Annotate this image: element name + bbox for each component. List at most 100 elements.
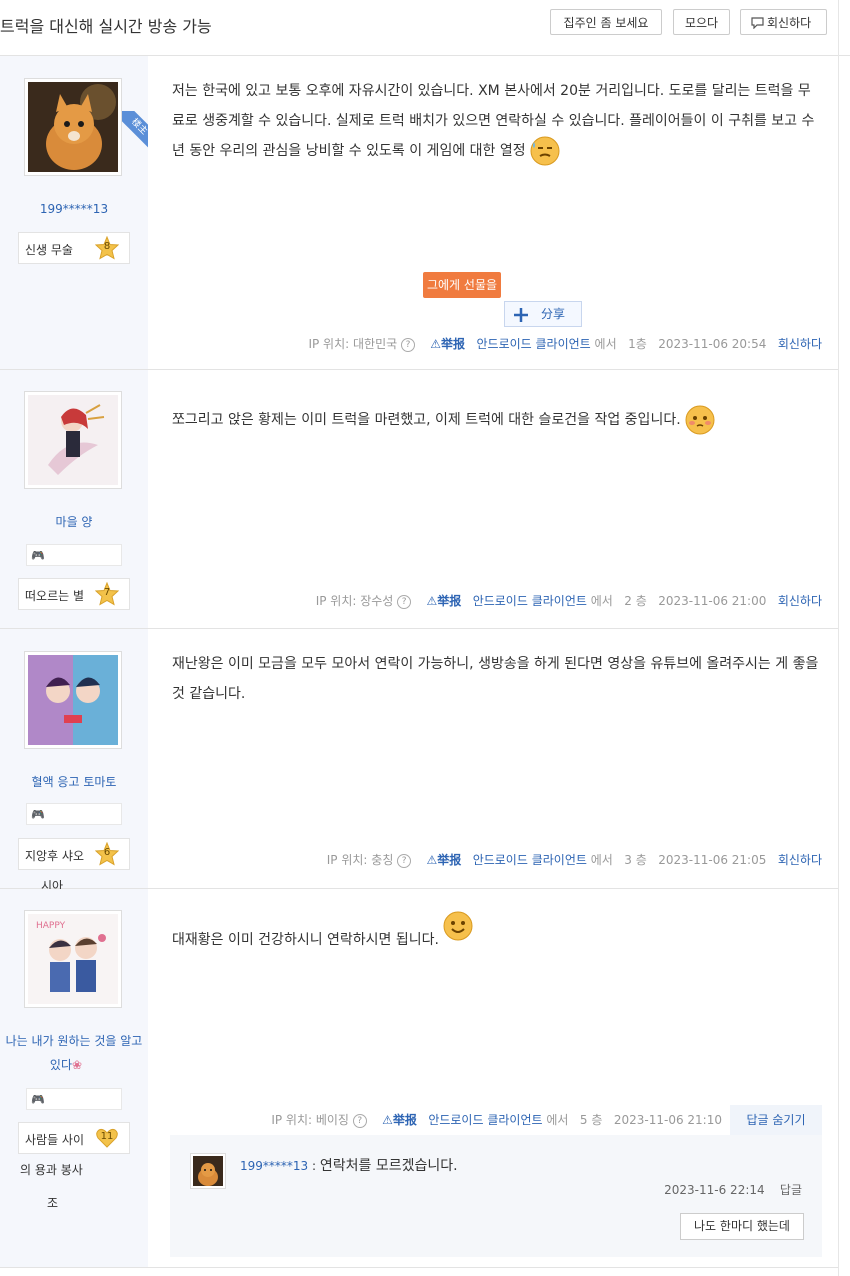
share-label: 分享 (541, 307, 566, 321)
post-text: 쪼그리고 앉은 황제는 이미 트럭을 마련했고, 이제 트럭에 대한 슬로건을 … (172, 412, 681, 428)
avatar[interactable] (24, 651, 122, 749)
avatar[interactable] (24, 78, 122, 176)
post-content: 대재황은 이미 건강하시니 연락하시면 됩니다. (172, 911, 822, 955)
client-link[interactable]: 안드로이드 클라이언트 (477, 337, 591, 351)
gamepad-badge: 🎮 (26, 1088, 122, 1110)
view-author-only-button[interactable]: 집주인 좀 보세요 (550, 9, 662, 35)
post-time: 2023-11-06 20:54 (658, 337, 767, 351)
via-label: 에서 (594, 337, 617, 351)
sub-reply-avatar[interactable] (190, 1153, 226, 1189)
collect-button[interactable]: 모으다 (673, 9, 730, 35)
right-border (838, 0, 839, 1276)
sub-reply-meta: 2023-11-6 22:14 답글 (664, 1181, 802, 1198)
client-link[interactable]: 안드로이드 클라이언트 (428, 1113, 542, 1127)
post-text: 대재황은 이미 건강하시니 연락하시면 됩니다. (172, 932, 439, 948)
report-link[interactable]: ⚠举报 (430, 337, 465, 351)
help-icon[interactable]: ? (352, 1113, 367, 1128)
send-gift-button[interactable]: 그에게 선물을 (423, 272, 501, 298)
sweat-emoji-icon (530, 136, 560, 166)
sub-reply-line: 199*****13 : 연락처를 모르겠습니다. (240, 1155, 458, 1175)
floor-number: 1층 (628, 337, 647, 351)
sub-reply-username[interactable]: 199*****13 (240, 1159, 308, 1173)
svg-text:HAPPY: HAPPY (36, 921, 66, 931)
level-number: 6 (103, 847, 111, 858)
floor-number: 2 층 (624, 594, 647, 608)
sub-reply-reply-link[interactable]: 답글 (780, 1183, 802, 1197)
anime-avatar-image (28, 395, 118, 485)
report-link[interactable]: ⚠举报 (426, 853, 461, 867)
post-meta: IP 위치: 대한민국 ? ⚠举报 안드로이드 클라이언트 에서 1층 2023… (150, 335, 822, 352)
gamepad-badge: 🎮 (26, 803, 122, 825)
ip-location: IP 위치: 충칭 (326, 853, 394, 867)
post-floor-1: 楼主 199*****13 신생 무술 8 저는 한국에 있고 보통 오후에 자… (0, 56, 838, 370)
rank-name-continued-2: 조 (47, 1196, 59, 1210)
report-link[interactable]: ⚠举报 (382, 1113, 417, 1127)
say-something-button[interactable]: 나도 한마디 했는데 (680, 1213, 804, 1240)
rank-badge: 사람들 사이 11 (18, 1122, 130, 1154)
level-number: 8 (103, 241, 111, 252)
floor-number: 3 층 (624, 853, 647, 867)
cat-avatar-image (28, 82, 118, 172)
username[interactable]: 199*****13 (0, 202, 148, 216)
post-time: 2023-11-06 21:00 (658, 594, 767, 608)
post-floor-3: 혈액 응고 토마토 🎮 지앙후 샤오 6 시아 재난왕은 이미 모금을 모두 모… (0, 629, 838, 893)
share-button[interactable]: 分享 (504, 301, 582, 327)
username[interactable]: 혈액 응고 토마토 (0, 773, 148, 790)
reply-link[interactable]: 회신하다 (778, 594, 822, 608)
help-icon[interactable]: ? (401, 337, 415, 352)
rank-badge: 떠오르는 별 7 (18, 578, 130, 610)
level-star-icon: 7 (95, 582, 119, 606)
help-icon[interactable]: ? (397, 594, 412, 609)
flower-icon: ❀ (72, 1058, 83, 1072)
reply-thread-button[interactable]: 회신하다 (740, 9, 827, 35)
post-text: 저는 한국에 있고 보통 오후에 자유시간이 있습니다. XM 본사에서 20분… (172, 83, 815, 159)
rank-name: 신생 무술 (25, 243, 73, 257)
level-star-icon: 8 (95, 236, 119, 260)
gamepad-icon: 🎮 (31, 808, 45, 821)
gamepad-badge: 🎮 (26, 544, 122, 566)
rank-name: 사람들 사이 (25, 1133, 85, 1147)
post-content: 재난왕은 이미 모금을 모두 모아서 연락이 가능하니, 생방송을 하게 된다면… (172, 649, 822, 709)
reply-link[interactable]: 회신하다 (778, 337, 822, 351)
reply-thread-label: 회신하다 (767, 16, 812, 30)
ip-location: IP 위치: 대한민국 (308, 337, 398, 351)
rank-name: 지앙후 샤오 (25, 849, 85, 863)
via-label: 에서 (546, 1113, 569, 1127)
ip-location: IP 위치: 베이징 (271, 1113, 349, 1127)
avatar[interactable]: HAPPY (24, 910, 122, 1008)
username[interactable]: 나는 내가 원하는 것을 알고 (0, 1032, 148, 1049)
thread-title: 트럭을 대신해 실시간 방송 가능 (0, 17, 212, 36)
rank-badge: 신생 무술 8 (18, 232, 130, 264)
anime-couple-avatar-image: HAPPY (28, 914, 118, 1004)
post-meta: IP 위치: 장수성 ? ⚠举报 안드로이드 클라이언트 에서 2 층 2023… (150, 592, 822, 609)
sub-reply-separator: : (312, 1159, 317, 1173)
client-link[interactable]: 안드로이드 클라이언트 (473, 853, 587, 867)
avatar[interactable] (24, 391, 122, 489)
post-floor-2: 마을 양 🎮 떠오르는 별 7 쪼그리고 앉은 황제는 이미 트럭을 마련했고,… (0, 370, 838, 629)
rank-name-continued: 의 용과 봉사 (20, 1163, 83, 1177)
share-icon (514, 308, 528, 322)
level-number: 7 (103, 587, 111, 598)
level-number: 11 (100, 1131, 114, 1142)
thread-header: 트럭을 대신해 실시간 방송 가능 집주인 좀 보세요 모으다 회신하다 (0, 0, 850, 56)
reply-link[interactable]: 회신하다 (778, 853, 822, 867)
hide-replies-button[interactable]: 답글 숨기기 (730, 1105, 822, 1135)
floor-number: 5 층 (579, 1113, 603, 1127)
report-link[interactable]: ⚠举报 (426, 594, 461, 608)
client-link[interactable]: 안드로이드 클라이언트 (473, 594, 587, 608)
gamepad-icon: 🎮 (31, 1093, 45, 1106)
sub-reply-text: 연락처를 모르겠습니다. (319, 1158, 458, 1174)
comment-icon (751, 17, 764, 29)
level-star-icon: 6 (95, 842, 119, 866)
post-time: 2023-11-06 21:10 (613, 1113, 722, 1127)
level-heart-icon: 11 (95, 1126, 119, 1150)
gamepad-icon: 🎮 (31, 549, 45, 562)
post-meta: IP 위치: 베이징 ? ⚠举报 안드로이드 클라이언트 에서 5 층 2023… (150, 1111, 722, 1128)
blush-emoji-icon (685, 405, 715, 435)
help-icon[interactable]: ? (397, 853, 412, 868)
username[interactable]: 마을 양 (0, 513, 148, 530)
rank-name: 떠오르는 별 (25, 589, 85, 603)
ip-location: IP 위치: 장수성 (315, 594, 394, 608)
username-continued[interactable]: 있다❀ (0, 1056, 140, 1073)
post-content: 저는 한국에 있고 보통 오후에 자유시간이 있습니다. XM 본사에서 20분… (172, 76, 822, 166)
